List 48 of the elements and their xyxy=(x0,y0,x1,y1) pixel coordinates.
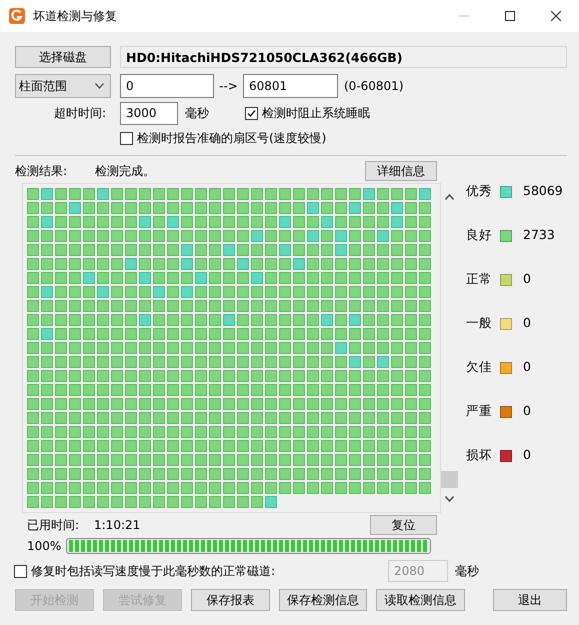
checkbox[interactable] xyxy=(245,107,258,120)
checkbox-label: 修复时包括读写速度慢于此毫秒数的正常磁道: xyxy=(31,564,276,578)
scroll-down-icon[interactable] xyxy=(445,496,454,502)
result-label: 检测结果: xyxy=(15,164,68,178)
elapsed-label: 已用时间: xyxy=(27,518,80,532)
legend-label: 良好 xyxy=(466,227,492,242)
legend-count: 0 xyxy=(523,359,531,374)
range-mode-dropdown[interactable]: 柱面范围 xyxy=(15,74,111,98)
action-button[interactable]: 退出 xyxy=(493,589,567,611)
disk-name-field: HD0:HitachiHDS721050CLA362(466GB) xyxy=(120,46,567,68)
legend-count: 0 xyxy=(523,315,531,330)
scrollbar-thumb[interactable] xyxy=(441,471,458,488)
progress-text: 100% xyxy=(27,538,62,554)
checkbox-label: 检测时报告准确的扇区号(速度较慢) xyxy=(137,131,326,146)
action-button[interactable]: 保存报表 xyxy=(191,589,270,611)
legend-count: 0 xyxy=(523,271,531,286)
maximize-icon[interactable] xyxy=(505,11,515,21)
timeout-field[interactable]: 3000 xyxy=(120,102,178,125)
threshold-unit: 毫秒 xyxy=(455,564,479,578)
legend-count: 2733 xyxy=(523,227,555,242)
scroll-up-icon[interactable] xyxy=(445,194,454,200)
legend-label: 欠佳 xyxy=(466,359,492,374)
reset-button[interactable]: 复位 xyxy=(370,515,437,535)
legend-count: 0 xyxy=(523,447,531,462)
range-end-field[interactable]: 60801 xyxy=(243,74,338,98)
checkbox-label: 检测时阻止系统睡眠 xyxy=(262,106,370,121)
checkbox[interactable] xyxy=(120,132,133,145)
legend-count: 58069 xyxy=(523,183,563,198)
range-start-field[interactable]: 0 xyxy=(120,74,214,98)
legend-label: 正常 xyxy=(466,271,492,286)
timeout-unit: 毫秒 xyxy=(185,106,210,121)
select-disk-button[interactable]: 选择磁盘 xyxy=(15,46,111,68)
result-status: 检测完成。 xyxy=(95,164,155,178)
action-button[interactable]: 读取检测信息 xyxy=(376,589,465,611)
legend-label: 严重 xyxy=(466,403,492,418)
legend-label: 优秀 xyxy=(466,183,492,198)
close-icon[interactable] xyxy=(551,11,561,21)
range-arrow: --> xyxy=(218,78,239,94)
window-title: 坏道检测与修复 xyxy=(33,8,117,24)
details-button[interactable]: 详细信息 xyxy=(365,161,437,181)
legend-label: 一般 xyxy=(466,315,492,330)
legend-count: 0 xyxy=(523,403,531,418)
range-limits: (0-60801) xyxy=(344,78,404,94)
legend-label: 损坏 xyxy=(466,447,492,462)
elapsed-time: 1:10:21 xyxy=(94,518,140,532)
timeout-label: 超时时间: xyxy=(52,106,106,121)
app-logo-icon xyxy=(9,8,25,24)
action-button[interactable]: 保存检测信息 xyxy=(279,589,367,611)
